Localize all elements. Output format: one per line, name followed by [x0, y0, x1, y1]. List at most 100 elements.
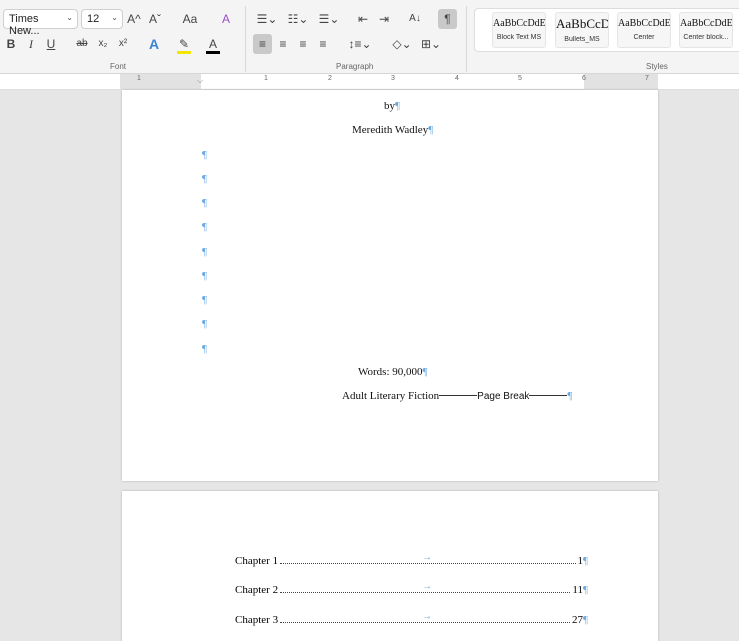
numbering-icon[interactable]: ☷⌄	[285, 9, 311, 29]
style-block-text[interactable]: AaBbCcDdEe Block Text MS	[492, 12, 546, 48]
author-text: Meredith Wadley	[352, 124, 429, 136]
toc-page: 11	[572, 584, 584, 596]
strikethrough-button[interactable]: ab	[74, 34, 90, 54]
clear-formatting-button[interactable]: A	[218, 9, 234, 29]
style-bullets[interactable]: AaBbCcD Bullets_MS	[555, 12, 609, 48]
paragraph-mark: ¶	[202, 221, 207, 233]
subscript-button[interactable]: x₂	[96, 34, 110, 54]
style-name: Center	[633, 34, 655, 41]
page-2: Chapter 1 → 1 ¶ Chapter 2 → 11 ¶ Chapter 3 → 27 ¶	[122, 491, 658, 641]
bullets-icon[interactable]: ☰⌄	[254, 9, 280, 29]
styles-gallery: AaBbCcDdEe Block Text MS AaBbCcD Bullets_M…	[474, 8, 739, 52]
divider	[466, 6, 467, 72]
style-preview: AaBbCcDdEe	[618, 18, 670, 29]
paragraph-mark: ¶	[422, 366, 428, 378]
decrease-indent-icon[interactable]: ⇤	[356, 9, 370, 29]
shading-icon[interactable]: ◇⌄	[390, 34, 414, 54]
text-effects-button[interactable]: A	[147, 34, 161, 54]
paragraph-mark: ¶	[583, 584, 588, 596]
page-break-rule	[439, 395, 478, 396]
toc-entry[interactable]: Chapter 2 → 11 ¶	[235, 581, 588, 596]
superscript-button[interactable]: x²	[116, 34, 130, 54]
toc-leader: →	[280, 611, 571, 623]
style-center[interactable]: AaBbCcDdEe Center	[617, 12, 671, 48]
grow-font-button[interactable]: A^	[126, 9, 142, 29]
style-name: Bullets_MS	[564, 36, 600, 43]
ruler-number: 1	[137, 75, 141, 82]
paragraph-mark: ¶	[202, 270, 207, 282]
line-spacing-icon[interactable]: ↕≡⌄	[346, 34, 374, 54]
font-size-value: 12	[87, 13, 100, 25]
ruler-number: 3	[391, 75, 395, 82]
shrink-font-button[interactable]: Aˇ	[147, 9, 163, 29]
ruler-left-margin	[120, 74, 201, 90]
paragraph-mark: ¶	[202, 173, 207, 185]
tab-arrow-icon: →	[422, 581, 433, 592]
style-center-block[interactable]: AaBbCcDdEe Center block...	[679, 12, 733, 48]
ruler[interactable]: 1 1 2 3 4 5 6 7 ⌵	[0, 74, 739, 90]
paragraph-mark: ¶	[202, 246, 207, 258]
word-count-line: Words: 90,000¶	[358, 366, 428, 378]
page-1: by¶ Meredith Wadley¶ ¶ ¶ ¶ ¶ ¶ ¶ ¶ ¶ ¶ W…	[122, 90, 658, 481]
styles-group-label: Styles	[646, 62, 668, 71]
indent-marker-icon[interactable]: ⌵	[197, 76, 203, 86]
borders-icon[interactable]: ⊞⌄	[418, 34, 444, 54]
paragraph-mark: ¶	[583, 555, 588, 567]
change-case-button[interactable]: Aa	[176, 9, 204, 29]
genre-line: Adult Literary Fiction Page Break ¶	[342, 390, 572, 402]
paragraph-mark: ¶	[202, 294, 207, 306]
toc-entry[interactable]: Chapter 1 → 1 ¶	[235, 552, 588, 567]
ruler-number: 4	[455, 75, 459, 82]
align-left-icon[interactable]: ≡	[253, 34, 272, 54]
ruler-number: 1	[264, 75, 268, 82]
page-break-rule	[529, 395, 568, 396]
word-count-text: Words: 90,000	[358, 366, 423, 378]
toc-entry[interactable]: Chapter 3 → 27 ¶	[235, 611, 588, 626]
underline-button[interactable]: U	[44, 34, 58, 54]
align-right-icon[interactable]: ≡	[296, 34, 310, 54]
by-text: by	[384, 100, 395, 112]
increase-indent-icon[interactable]: ⇥	[377, 9, 391, 29]
author-line: Meredith Wadley¶	[352, 124, 433, 136]
align-center-icon[interactable]: ≡	[276, 34, 290, 54]
chevron-down-icon: ⌄	[111, 13, 118, 22]
multilevel-list-icon[interactable]: ☰⌄	[316, 9, 342, 29]
paragraph-mark: ¶	[395, 100, 400, 112]
paragraph-mark: ¶	[202, 197, 207, 209]
paragraph-group-label: Paragraph	[336, 62, 374, 71]
justify-icon[interactable]: ≡	[316, 34, 330, 54]
paragraph-mark: ¶	[202, 343, 207, 355]
sort-button[interactable]: A↓	[406, 9, 424, 29]
font-color-button[interactable]: A	[206, 34, 220, 54]
font-size-select[interactable]: 12 ⌄	[81, 9, 123, 29]
page-break-label: Page Break	[477, 391, 530, 402]
ruler-number: 2	[328, 75, 332, 82]
tab-arrow-icon: →	[422, 611, 433, 622]
style-preview: AaBbCcD	[556, 16, 608, 31]
italic-button[interactable]: I	[24, 34, 38, 54]
paragraph-mark: ¶	[583, 614, 588, 626]
ribbon: Times New... ⌄ 12 ⌄ A^ Aˇ Aa A B I U ab x₂…	[0, 0, 739, 74]
ruler-number: 7	[645, 75, 649, 82]
ruler-number: 5	[518, 75, 522, 82]
toc-leader: →	[280, 581, 571, 593]
ruler-number: 6	[582, 75, 586, 82]
genre-text: Adult Literary Fiction	[342, 390, 440, 402]
toc-page: 27	[572, 614, 584, 626]
toc-leader: →	[280, 552, 576, 564]
show-marks-button[interactable]: ¶	[438, 9, 457, 29]
style-name: Center block...	[683, 34, 729, 41]
toc-label: Chapter 3	[235, 614, 279, 626]
paragraph-mark: ¶	[202, 318, 207, 330]
style-preview: AaBbCcDdEe	[493, 18, 545, 29]
font-name-select[interactable]: Times New... ⌄	[3, 9, 78, 37]
by-line: by¶	[384, 100, 400, 112]
paragraph-mark: ¶	[567, 390, 573, 402]
chevron-down-icon: ⌄	[66, 13, 73, 22]
bold-button[interactable]: B	[4, 34, 18, 54]
highlight-button[interactable]: ✎	[177, 34, 191, 54]
divider	[245, 6, 246, 72]
tab-arrow-icon: →	[422, 552, 433, 563]
font-group-label: Font	[110, 62, 127, 71]
style-preview: AaBbCcDdEe	[680, 18, 732, 29]
